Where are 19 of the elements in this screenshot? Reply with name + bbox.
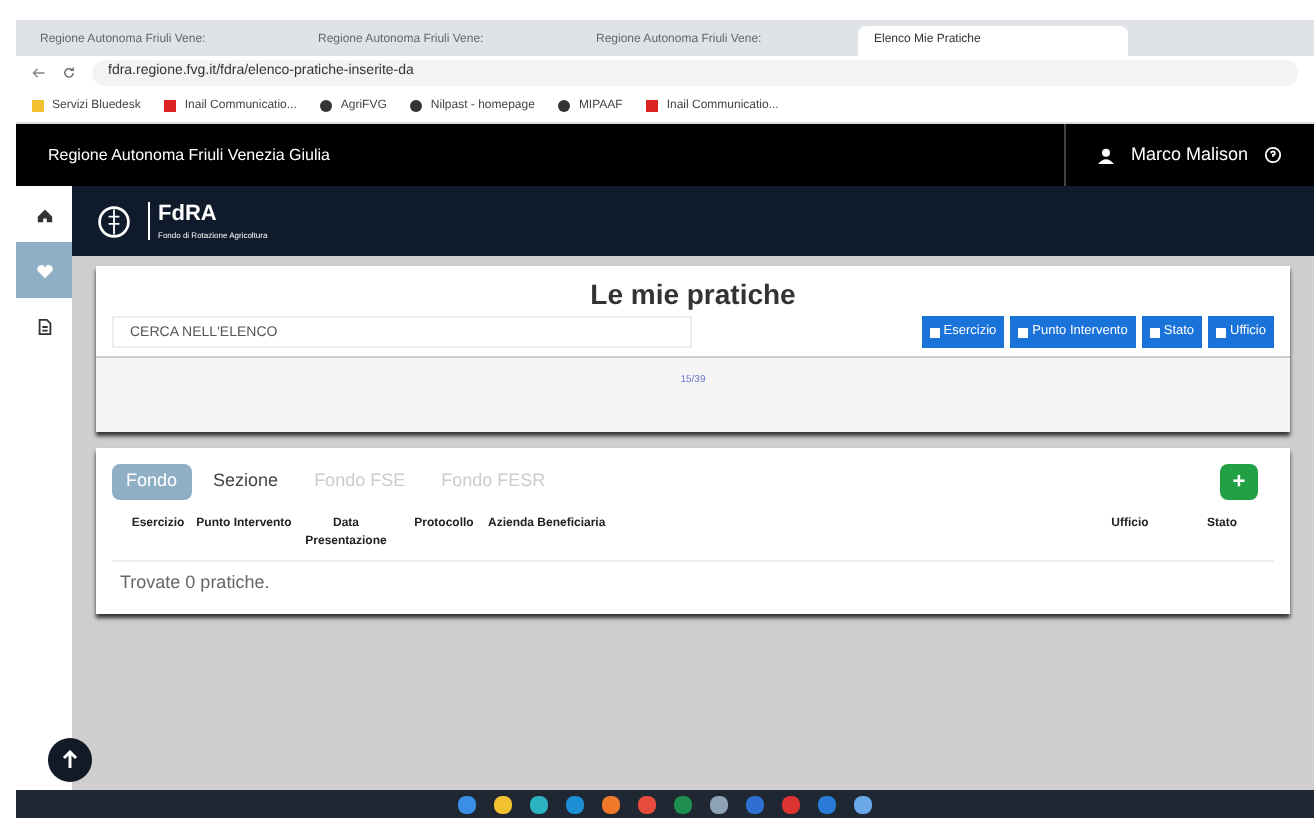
filter-icon — [1216, 327, 1227, 337]
heart-icon — [35, 261, 53, 279]
user-name[interactable]: Marco Malison — [1130, 141, 1248, 169]
filter-icon — [1149, 327, 1160, 337]
arrow-up-icon — [60, 750, 80, 770]
document-icon — [35, 317, 53, 335]
reload-icon[interactable] — [62, 66, 76, 80]
fund-tab[interactable]: Sezione — [199, 464, 293, 500]
filter-icon — [1018, 327, 1029, 337]
region-title: Regione Autonoma Friuli Venezia Giulia — [48, 143, 332, 167]
brand-name: FdRA — [158, 202, 219, 230]
user-icon — [1098, 147, 1115, 163]
empty-message: Trovate 0 pratiche. — [118, 570, 272, 596]
filter-icon — [929, 327, 940, 337]
home-icon — [35, 205, 53, 223]
back-icon[interactable] — [32, 66, 46, 80]
logo-icon — [96, 203, 132, 239]
card-title: Le mie pratiche — [588, 276, 798, 314]
help-icon[interactable] — [1264, 146, 1282, 164]
